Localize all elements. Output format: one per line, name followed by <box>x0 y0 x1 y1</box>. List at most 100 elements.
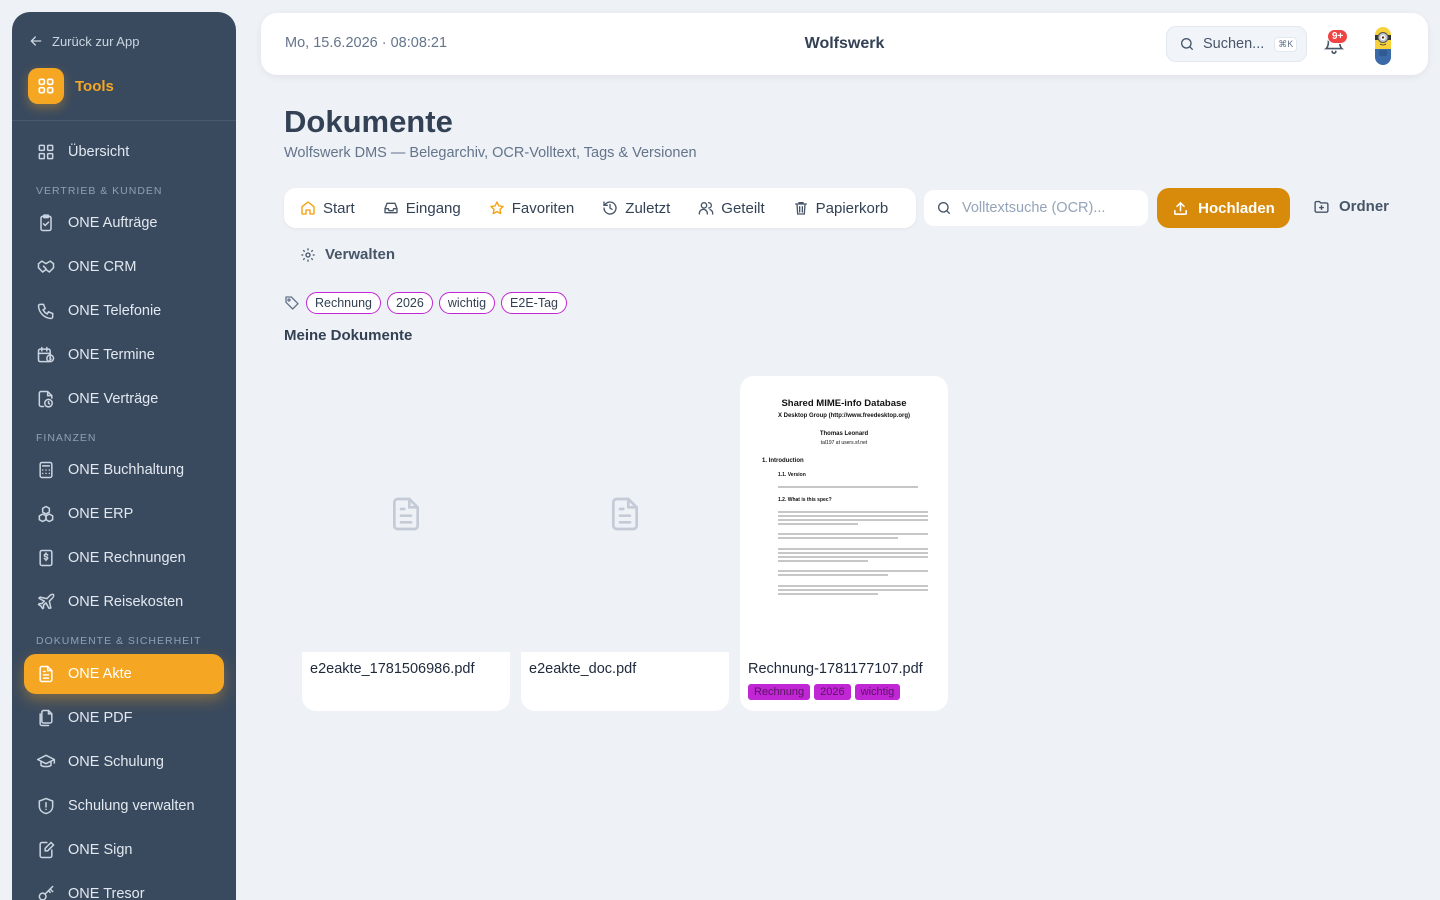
sidebar-item-label: ONE ERP <box>68 506 134 522</box>
tools-label: Tools <box>75 77 114 95</box>
tag-chip-wichtig[interactable]: wichtig <box>438 292 496 314</box>
pdf-email: tal197 at users.sf.net <box>820 440 868 446</box>
sidebar-item-label: ONE Akte <box>68 666 132 682</box>
tab-start[interactable]: Start <box>300 200 355 217</box>
trash-icon <box>794 202 807 215</box>
boxes-icon <box>38 505 54 523</box>
sidebar-item-overview[interactable]: Übersicht <box>24 132 224 172</box>
sidebar-item-sign[interactable]: ONE Sign <box>24 830 224 870</box>
gear-icon <box>301 247 315 262</box>
sidebar-item-vertraege[interactable]: ONE Verträge <box>24 379 224 419</box>
sidebar-item-label: ONE Rechnungen <box>68 550 186 566</box>
sidebar-item-pdf[interactable]: ONE PDF <box>24 698 224 738</box>
pdf-text-line <box>778 585 928 587</box>
sidebar-item-telefonie[interactable]: ONE Telefonie <box>24 291 224 331</box>
pdf-text-line <box>778 537 898 539</box>
tab-label: Start <box>323 199 355 217</box>
sidebar-item-label: ONE Aufträge <box>68 215 158 231</box>
upload-icon <box>1174 201 1188 215</box>
upload-button[interactable]: Hochladen <box>1157 188 1290 228</box>
search-icon <box>1181 38 1193 50</box>
file-icon <box>612 497 638 531</box>
page-title: Dokumente <box>284 104 453 139</box>
tag-chip-e2e[interactable]: E2E-Tag <box>501 292 567 314</box>
key-icon <box>38 885 54 900</box>
pdf-text-line <box>778 560 868 562</box>
sidebar-item-termine[interactable]: ONE Termine <box>24 335 224 375</box>
sidebar-item-label: ONE Tresor <box>68 886 145 900</box>
pdf-text-line <box>778 593 878 595</box>
tools-header[interactable]: Tools <box>28 68 114 104</box>
back-to-app-link[interactable]: Zurück zur App <box>28 33 139 49</box>
header-search-button[interactable]: Suchen... ⌘K <box>1166 26 1307 62</box>
sidebar-item-buchhaltung[interactable]: ONE Buchhaltung <box>24 450 224 490</box>
sidebar-item-schulung-verwalten[interactable]: Schulung verwalten <box>24 786 224 826</box>
document-tag[interactable]: Rechnung <box>748 684 811 700</box>
tab-favoriten[interactable]: Favoriten <box>489 200 574 217</box>
sidebar-item-label: ONE PDF <box>68 710 133 726</box>
document-tag[interactable]: 2026 <box>814 684 851 700</box>
pdf-text-line <box>778 589 928 591</box>
document-card[interactable]: e2eakte_doc.pdf <box>521 376 729 711</box>
sidebar-item-label: ONE Telefonie <box>68 303 162 319</box>
page-subtitle: Wolfswerk DMS — Belegarchiv, OCR-Volltex… <box>284 145 697 161</box>
users-icon <box>698 202 714 215</box>
tab-geteilt[interactable]: Geteilt <box>698 200 765 217</box>
pdf-author: Thomas Leonard <box>819 431 869 437</box>
search-shortcut: ⌘K <box>1274 36 1298 52</box>
sidebar-item-auftraege[interactable]: ONE Aufträge <box>24 203 224 243</box>
section-docs: DOKUMENTE & SICHERHEIT <box>36 635 202 647</box>
tab-zuletzt[interactable]: Zuletzt <box>602 200 670 217</box>
calendar-clock-icon <box>37 346 55 363</box>
sidebar-item-rechnungen[interactable]: ONE Rechnungen <box>24 538 224 578</box>
sidebar-item-crm[interactable]: ONE CRM <box>24 247 224 287</box>
top-header: Mo, 15.6.2026 · 08:08:21 Wolfswerk Suche… <box>261 13 1428 75</box>
sidebar-item-label: ONE Sign <box>68 842 133 858</box>
file-clock-icon <box>38 390 53 408</box>
document-name: Rechnung-1781177107.pdf <box>748 661 923 677</box>
sidebar-item-reisekosten[interactable]: ONE Reisekosten <box>24 582 224 622</box>
document-name: e2eakte_doc.pdf <box>529 661 637 677</box>
document-tags: Rechnung 2026 wichtig <box>748 684 901 700</box>
handshake-icon <box>37 260 55 273</box>
graduation-cap-icon <box>36 754 56 768</box>
sidebar-item-akte[interactable]: ONE Akte <box>24 654 224 694</box>
pdf-subtitle: X Desktop Group (http://www.freedesktop.… <box>777 413 911 419</box>
calculator-icon <box>39 461 53 479</box>
avatar[interactable] <box>1369 23 1397 65</box>
folder-plus-icon <box>1314 200 1329 213</box>
document-tag[interactable]: wichtig <box>854 684 901 700</box>
pdf-heading: 1.1. Version <box>778 472 806 478</box>
tab-papierkorb[interactable]: Papierkorb <box>793 200 888 217</box>
inbox-icon <box>384 202 398 214</box>
file-text-icon <box>39 665 53 683</box>
files-icon <box>39 709 53 727</box>
document-card[interactable]: Shared MIME-info Database X Desktop Grou… <box>740 376 948 711</box>
document-card[interactable]: e2eakte_1781506986.pdf <box>302 376 510 711</box>
tab-label: Eingang <box>405 199 461 217</box>
document-name: e2eakte_1781506986.pdf <box>310 661 475 677</box>
sidebar-divider <box>12 120 236 121</box>
tag-chip-rechnung[interactable]: Rechnung <box>306 292 381 314</box>
sidebar-item-erp[interactable]: ONE ERP <box>24 494 224 534</box>
pdf-text-line <box>778 552 928 554</box>
tab-eingang[interactable]: Eingang <box>383 200 461 217</box>
section-title: Meine Dokumente <box>284 327 413 344</box>
pdf-page: Shared MIME-info Database X Desktop Grou… <box>740 376 948 652</box>
arrow-left-icon <box>30 36 42 46</box>
file-signature-icon <box>39 841 55 859</box>
sidebar-item-tresor[interactable]: ONE Tresor <box>24 874 224 900</box>
tag-chip-2026[interactable]: 2026 <box>387 292 433 314</box>
sidebar-item-schulung[interactable]: ONE Schulung <box>24 742 224 782</box>
fulltext-search-input[interactable] <box>962 200 1142 216</box>
pdf-text-line <box>778 523 858 525</box>
home-icon <box>301 201 315 215</box>
sidebar-item-label: ONE CRM <box>68 259 137 275</box>
history-icon <box>603 201 617 215</box>
manage-button[interactable]: Verwalten <box>300 246 395 263</box>
phone-icon <box>37 303 54 320</box>
sidebar-item-label: Schulung verwalten <box>68 798 195 814</box>
new-folder-button[interactable]: Ordner <box>1313 198 1389 215</box>
tab-label: Zuletzt <box>625 199 671 217</box>
shield-alert-icon <box>38 797 54 815</box>
